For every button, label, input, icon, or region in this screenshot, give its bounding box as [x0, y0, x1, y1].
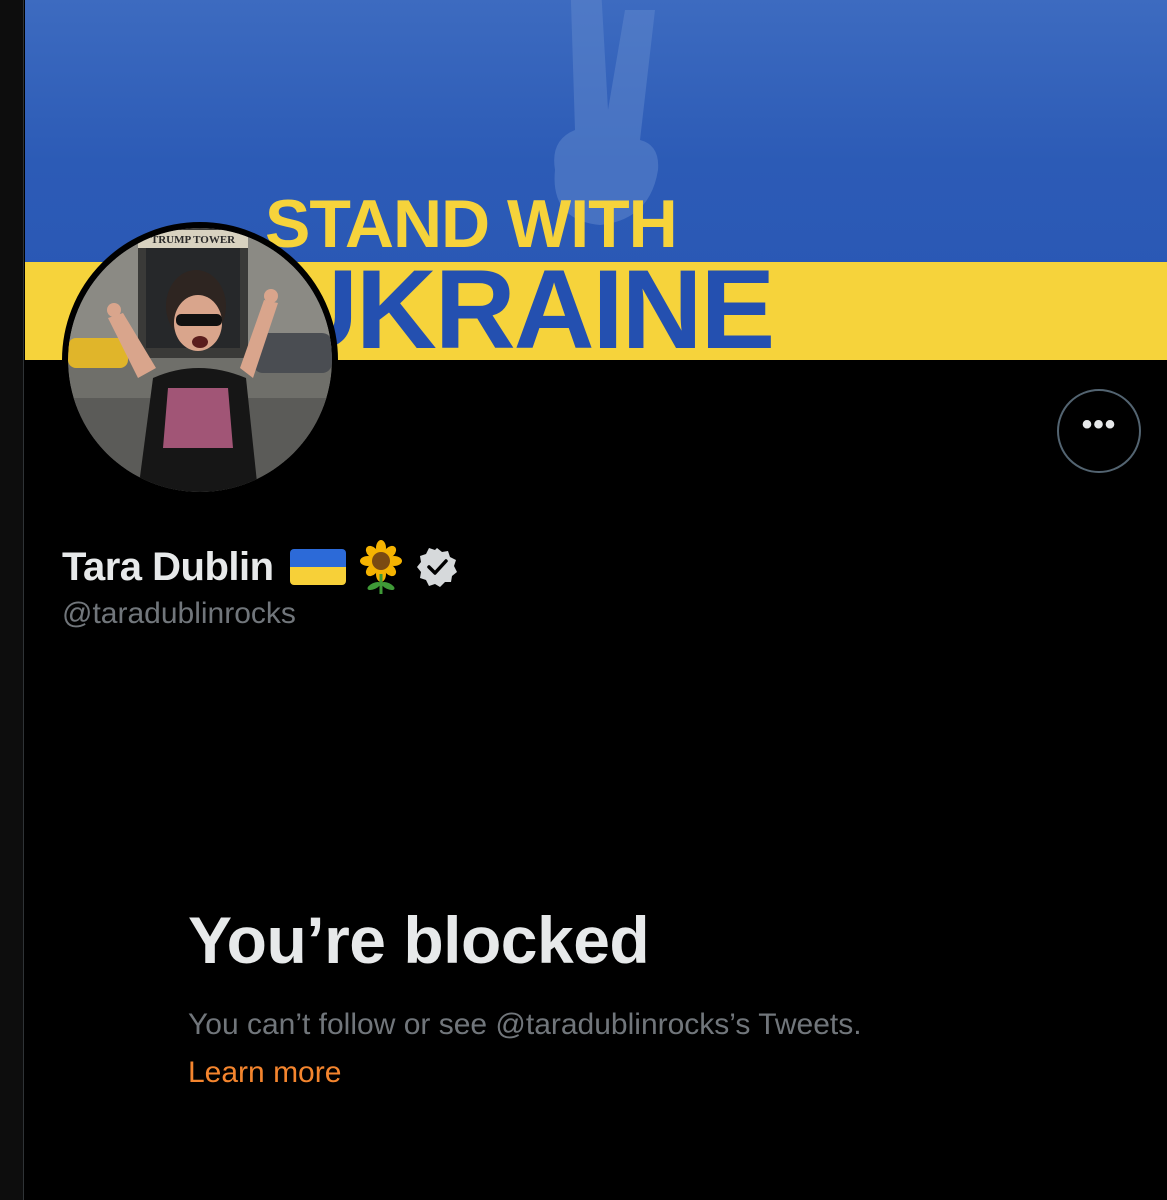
sunflower-icon	[359, 540, 402, 594]
profile-avatar[interactable]: TRUMP TOWER	[62, 222, 338, 498]
learn-more-link[interactable]: Learn more	[188, 1056, 341, 1090]
ukraine-flag-icon	[289, 549, 346, 585]
banner-headline-bottom: UKRAINE	[277, 247, 775, 361]
display-name: Tara Dublin	[62, 544, 274, 589]
more-options-button[interactable]: •••	[1057, 389, 1141, 473]
left-sidebar-edge	[0, 0, 24, 1200]
profile-handle: @taradublinrocks	[62, 597, 296, 630]
profile-name-row: Tara Dublin	[62, 540, 458, 594]
blocked-title: You’re blocked	[188, 903, 650, 977]
svg-text:TRUMP TOWER: TRUMP TOWER	[151, 234, 236, 246]
more-options-icon: •••	[1081, 408, 1117, 441]
verified-icon[interactable]	[416, 546, 458, 588]
blocked-message: You can’t follow or see @taradublinrocks…	[188, 1008, 862, 1041]
